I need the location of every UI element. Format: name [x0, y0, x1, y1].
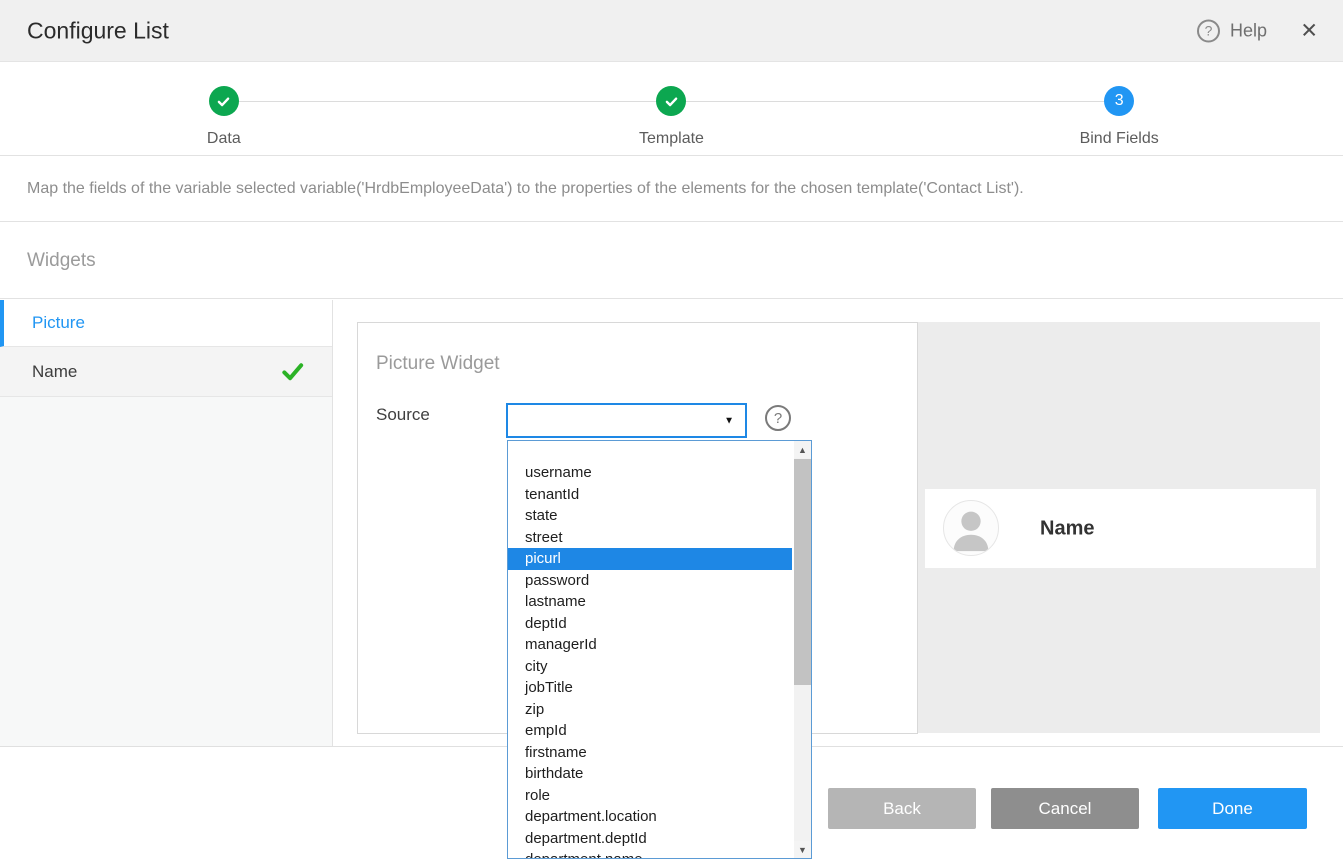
scrollbar-thumb[interactable]: [794, 459, 811, 685]
help-label: Help: [1230, 20, 1267, 41]
step-number-badge: 3: [1104, 86, 1134, 116]
step-data[interactable]: Data: [0, 63, 448, 155]
cancel-button[interactable]: Cancel: [991, 788, 1139, 829]
step-bind-fields[interactable]: 3 Bind Fields: [895, 63, 1343, 155]
description-row: Map the fields of the variable selected …: [0, 157, 1343, 222]
mapped-check-icon: [281, 360, 304, 383]
avatar-icon: [943, 500, 999, 556]
dropdown-option[interactable]: tenantId: [508, 484, 792, 506]
dropdown-scrollbar[interactable]: ▲ ▼: [794, 441, 811, 858]
sidebar-item-label: Picture: [32, 313, 85, 333]
dropdown-option[interactable]: zip: [508, 699, 792, 721]
dropdown-option[interactable]: firstname: [508, 742, 792, 764]
source-select[interactable]: ▼: [506, 403, 747, 438]
panel-title: Picture Widget: [376, 353, 500, 375]
close-icon[interactable]: ✕: [1300, 18, 1318, 43]
back-button[interactable]: Back: [828, 788, 976, 829]
dropdown-option[interactable]: jobTitle: [508, 677, 792, 699]
widgets-section-header: Widgets: [0, 223, 1343, 299]
source-label: Source: [376, 405, 430, 425]
dropdown-option[interactable]: birthdate: [508, 763, 792, 785]
sidebar-item-name[interactable]: Name: [0, 347, 332, 397]
dropdown-option[interactable]: managerId: [508, 634, 792, 656]
source-field-dropdown: username tenantId state street picurl pa…: [507, 440, 812, 859]
step-complete-icon: [209, 86, 239, 116]
dialog-header: Configure List ? Help ✕: [0, 0, 1343, 62]
dropdown-option[interactable]: role: [508, 785, 792, 807]
contact-card-preview: Name: [925, 489, 1316, 568]
dropdown-option[interactable]: department.deptId: [508, 828, 792, 850]
sidebar-item-picture[interactable]: Picture: [0, 300, 332, 347]
scroll-down-icon[interactable]: ▼: [794, 841, 811, 858]
description-text: Map the fields of the variable selected …: [27, 180, 1024, 198]
dropdown-option[interactable]: username: [508, 462, 792, 484]
preview-name-label: Name: [1040, 517, 1094, 540]
dropdown-option[interactable]: password: [508, 570, 792, 592]
dropdown-option[interactable]: empId: [508, 720, 792, 742]
step-template[interactable]: Template: [448, 63, 896, 155]
dropdown-option[interactable]: street: [508, 527, 792, 549]
template-preview-panel: Name: [918, 322, 1320, 733]
dropdown-option[interactable]: city: [508, 656, 792, 678]
wizard-stepper: Data Template 3 Bind Fields: [0, 63, 1343, 156]
done-button[interactable]: Done: [1158, 788, 1307, 829]
dropdown-options: username tenantId state street picurl pa…: [508, 441, 792, 859]
widgets-sidebar: Picture Name: [0, 300, 333, 746]
step-complete-icon: [656, 86, 686, 116]
widgets-title: Widgets: [27, 250, 96, 272]
help-icon: ?: [1197, 19, 1220, 42]
chevron-down-icon: ▼: [724, 405, 734, 436]
dropdown-option[interactable]: lastname: [508, 591, 792, 613]
page-title: Configure List: [27, 17, 169, 44]
step-label: Template: [639, 130, 704, 148]
help-button[interactable]: ? Help: [1197, 19, 1267, 42]
dropdown-option-selected[interactable]: picurl: [508, 548, 792, 570]
source-help-icon[interactable]: ?: [765, 405, 791, 431]
scroll-up-icon[interactable]: ▲: [794, 441, 811, 458]
dropdown-option[interactable]: department.name: [508, 849, 792, 859]
dropdown-option[interactable]: department.location: [508, 806, 792, 828]
sidebar-item-label: Name: [32, 362, 77, 382]
dropdown-option[interactable]: state: [508, 505, 792, 527]
step-label: Data: [207, 130, 241, 148]
dropdown-option[interactable]: deptId: [508, 613, 792, 635]
step-label: Bind Fields: [1080, 130, 1159, 148]
